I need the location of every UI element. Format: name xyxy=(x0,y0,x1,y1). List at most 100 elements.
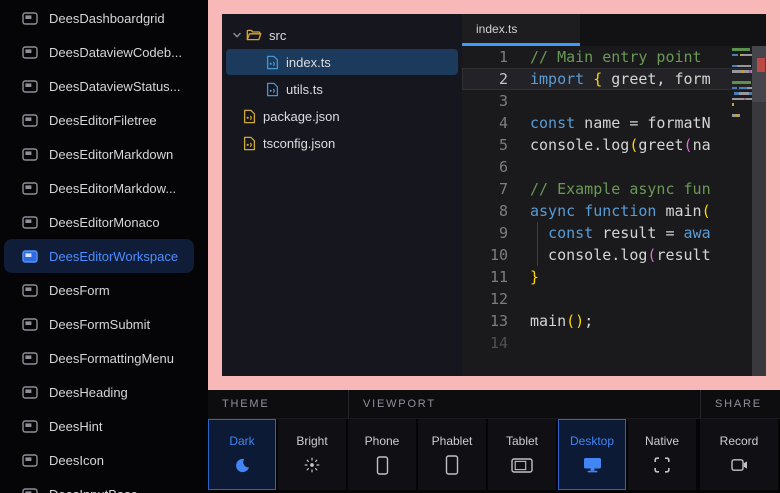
sidebar-item-deesdataviewstatus[interactable]: DeesDataviewStatus... xyxy=(4,69,194,103)
button-label: Phablet xyxy=(432,434,473,448)
code-line-text xyxy=(530,90,766,112)
sidebar-item-label: DeesFormattingMenu xyxy=(49,351,174,366)
minimap-row xyxy=(732,54,751,57)
main-panel: srcindex.tsutils.tspackage.jsontsconfig.… xyxy=(208,0,780,493)
sidebar-item-deeseditorfiletree[interactable]: DeesEditorFiletree xyxy=(4,103,194,137)
component-icon xyxy=(22,216,38,229)
code-line-13: 13main(); xyxy=(462,310,766,332)
code-line-text: } xyxy=(530,266,766,288)
code-line-text: const result = awa xyxy=(530,222,766,244)
bottom-toolbar: THEMEVIEWPORTSHARE Dark Bright Phone Phable… xyxy=(208,390,780,493)
code-line-text: // Main entry point xyxy=(530,46,766,68)
theme-dark-button[interactable]: Dark xyxy=(208,419,276,490)
code-line-text: const name = formatN xyxy=(530,112,766,134)
sidebar-item-deesicon[interactable]: DeesIcon xyxy=(4,443,194,477)
minimap-row xyxy=(732,120,751,123)
sidebar-item-deeseditormonaco[interactable]: DeesEditorMonaco xyxy=(4,205,194,239)
tree-item-package-json[interactable]: package.json xyxy=(226,103,458,129)
sidebar-item-deesformattingmenu[interactable]: DeesFormattingMenu xyxy=(4,341,194,375)
code-editor: index.ts 1// Main entry point2import { g… xyxy=(462,14,766,376)
minimap-row xyxy=(732,114,751,117)
sidebar-item-deeseditorworkspace[interactable]: DeesEditorWorkspace xyxy=(4,239,194,273)
component-icon xyxy=(22,12,38,25)
code-line-text: console.log(greet(na xyxy=(530,134,766,156)
code-line-6: 6 xyxy=(462,156,766,178)
sidebar-item-label: DeesFormSubmit xyxy=(49,317,150,332)
scrollbar-thumb[interactable] xyxy=(752,46,766,102)
minimap[interactable] xyxy=(732,48,751,125)
sidebar-item-deesdataviewcodeb[interactable]: DeesDataviewCodeb... xyxy=(4,35,194,69)
sidebar-item-deeshint[interactable]: DeesHint xyxy=(4,409,194,443)
component-icon xyxy=(22,284,38,297)
viewport-tablet-button[interactable]: Tablet xyxy=(488,419,556,490)
tree-item-label: src xyxy=(269,28,286,43)
code-line-text xyxy=(530,332,766,354)
line-number: 10 xyxy=(462,244,530,266)
code-line-text: async function main( xyxy=(530,200,766,222)
sidebar-item-deesheading[interactable]: DeesHeading xyxy=(4,375,194,409)
button-label: Tablet xyxy=(506,434,538,448)
tab-label: index.ts xyxy=(476,22,517,36)
viewport-desktop-button[interactable]: Desktop xyxy=(558,419,626,490)
tree-item-label: package.json xyxy=(263,109,340,124)
code-line-2: 2import { greet, form xyxy=(462,68,766,90)
line-number: 1 xyxy=(462,46,530,68)
tree-item-index-ts[interactable]: index.ts xyxy=(226,49,458,75)
phablet-icon xyxy=(445,455,459,475)
sidebar-item-deesdashboardgrid[interactable]: DeesDashboardgrid xyxy=(4,1,194,35)
sidebar-item-deeseditormarkdow[interactable]: DeesEditorMarkdow... xyxy=(4,171,194,205)
theme-bright-button[interactable]: Bright xyxy=(278,419,346,490)
toolbar-section-headers: THEMEVIEWPORTSHARE xyxy=(208,390,780,419)
minimap-row xyxy=(732,70,751,73)
toolbar-group-theme: Dark Bright xyxy=(208,419,348,490)
sidebar-item-label: DeesDataviewStatus... xyxy=(49,79,181,94)
code-line-9: 9 const result = awa xyxy=(462,222,766,244)
button-label: Desktop xyxy=(570,434,614,448)
toolbar-section-label-share: SHARE xyxy=(700,390,780,418)
component-icon xyxy=(22,318,38,331)
sidebar-item-deesformsubmit[interactable]: DeesFormSubmit xyxy=(4,307,194,341)
sidebar-item-deeseditormarkdown[interactable]: DeesEditorMarkdown xyxy=(4,137,194,171)
line-number: 5 xyxy=(462,134,530,156)
share-record-button[interactable]: Record xyxy=(700,419,778,490)
sidebar-item-label: DeesHint xyxy=(49,419,102,434)
minimap-row xyxy=(732,87,751,90)
minimap-row xyxy=(732,98,751,101)
viewport-phone-button[interactable]: Phone xyxy=(348,419,416,490)
preview-frame: srcindex.tsutils.tspackage.jsontsconfig.… xyxy=(208,0,780,390)
code-line-14: 14 xyxy=(462,332,766,354)
file-code-icon xyxy=(266,55,279,70)
tree-item-src[interactable]: src xyxy=(226,22,458,48)
line-number: 7 xyxy=(462,178,530,200)
tree-item-utils-ts[interactable]: utils.ts xyxy=(226,76,458,102)
sidebar-item-label: DeesInputBase xyxy=(49,487,138,493)
editor-scrollbar[interactable] xyxy=(752,46,766,376)
toolbar-section-label-theme: THEME xyxy=(208,390,348,418)
tree-item-label: tsconfig.json xyxy=(263,136,335,151)
sidebar-item-deesform[interactable]: DeesForm xyxy=(4,273,194,307)
line-number: 6 xyxy=(462,156,530,178)
line-number: 14 xyxy=(462,332,530,354)
button-label: Bright xyxy=(296,434,327,448)
sidebar-item-label: DeesEditorMarkdown xyxy=(49,147,173,162)
tab-index-ts[interactable]: index.ts xyxy=(462,14,580,46)
code-line-12: 12 xyxy=(462,288,766,310)
line-number: 4 xyxy=(462,112,530,134)
component-icon xyxy=(22,386,38,399)
tree-item-label: utils.ts xyxy=(286,82,323,97)
code-line-text: main(); xyxy=(530,310,766,332)
toolbar-group-share: Record xyxy=(700,419,780,490)
line-number: 9 xyxy=(462,222,530,244)
viewport-phablet-button[interactable]: Phablet xyxy=(418,419,486,490)
code-line-text: import { greet, form xyxy=(530,68,766,90)
tree-item-tsconfig-json[interactable]: tsconfig.json xyxy=(226,130,458,156)
minimap-row xyxy=(732,48,751,51)
sidebar-item-deesinputbase[interactable]: DeesInputBase xyxy=(4,477,194,493)
editor-tabbar: index.ts xyxy=(462,14,766,46)
sidebar-item-label: DeesDataviewCodeb... xyxy=(49,45,182,60)
viewport-native-button[interactable]: Native xyxy=(628,419,696,490)
code-line-1: 1// Main entry point xyxy=(462,46,766,68)
code-line-3: 3 xyxy=(462,90,766,112)
code-area[interactable]: 1// Main entry point2import { greet, for… xyxy=(462,46,766,376)
tree-item-label: index.ts xyxy=(286,55,331,70)
